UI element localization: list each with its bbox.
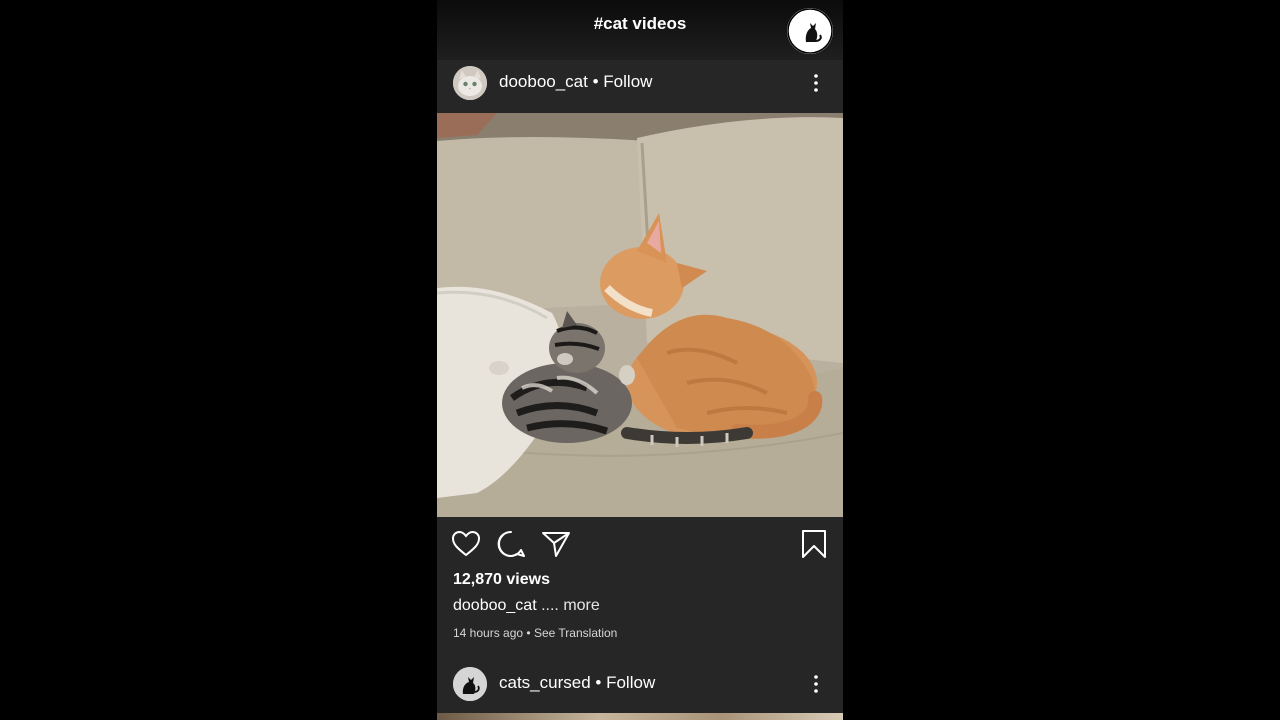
follow-button[interactable]: Follow (603, 72, 652, 91)
top-bar: #cat videos (437, 0, 843, 60)
paper-plane-icon[interactable] (541, 529, 571, 559)
video-frame: #cat videos dooboo_cat • Follow 12,870 v… (437, 0, 843, 720)
separator-dot: • (592, 72, 599, 91)
post-username[interactable]: dooboo_cat (499, 72, 588, 91)
post-timestamp: 14 hours ago (453, 626, 524, 640)
next-post-header: cats_cursed • Follow (437, 658, 843, 710)
separator-dot: • (595, 673, 602, 692)
post-username[interactable]: cats_cursed (499, 673, 591, 692)
vertical-dots-icon[interactable] (808, 674, 824, 694)
page-title: #cat videos (593, 14, 687, 33)
post-username-line: dooboo_cat • Follow (499, 72, 652, 92)
post-username-line: cats_cursed • Follow (499, 673, 655, 693)
post-video[interactable] (437, 113, 843, 517)
follow-button[interactable]: Follow (606, 673, 655, 692)
caption-more-link[interactable]: .... more (541, 597, 600, 614)
comment-bubble-icon[interactable] (496, 529, 526, 559)
caption-username[interactable]: dooboo_cat (453, 597, 537, 614)
avatar[interactable] (453, 66, 487, 100)
bookmark-icon[interactable] (799, 529, 829, 559)
vertical-dots-icon[interactable] (808, 73, 824, 93)
post-meta: 14 hours ago • See Translation (453, 626, 617, 640)
caption: dooboo_cat .... more (453, 597, 600, 615)
channel-logo (787, 8, 833, 54)
view-count: 12,870 views (453, 571, 550, 588)
next-post-media[interactable] (437, 713, 843, 720)
separator-dot: • (526, 626, 531, 640)
heart-icon[interactable] (451, 529, 481, 559)
post-header: dooboo_cat • Follow (437, 57, 843, 109)
see-translation-link[interactable]: See Translation (534, 626, 617, 640)
avatar[interactable] (453, 667, 487, 701)
